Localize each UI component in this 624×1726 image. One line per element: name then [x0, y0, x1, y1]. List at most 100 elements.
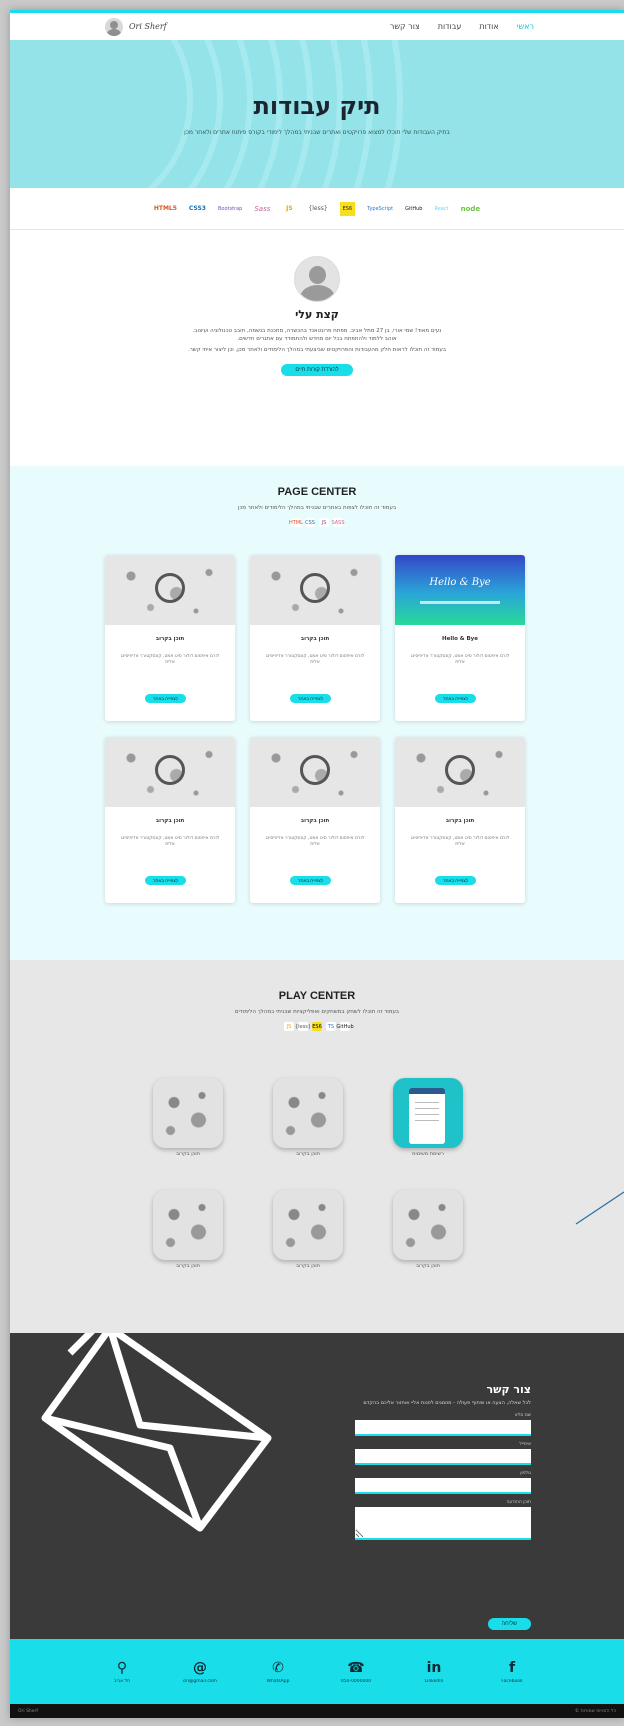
footer-item-location[interactable]: ⚲ תל אביב — [102, 1660, 142, 1684]
html5-icon: HTML5 — [153, 205, 177, 212]
thumbnail-search-bar — [420, 601, 500, 604]
footer-label: ori@gmail.com — [183, 1678, 217, 1684]
play-item-label: תוכן בקרוב — [176, 1151, 200, 1157]
project-card[interactable]: תוכן בקרוב לורם איפסום דולור סיט אמט, קו… — [250, 737, 380, 903]
play-item-label: תוכן בקרוב — [416, 1263, 440, 1269]
github-icon: GitHub — [405, 205, 423, 212]
page-center-tech-icons: HTML CSS JS SASS — [10, 518, 624, 527]
nav-link-about[interactable]: אודות — [479, 22, 498, 31]
project-cards-grid: תוכן בקרוב לורם איפסום דולור סיט אמט, קו… — [105, 555, 525, 903]
tech-logos-strip: HTML5 CSS3 Bootstrap Sass JS {less} ES6 … — [10, 188, 624, 230]
footer-label: LinkedIn — [424, 1678, 444, 1684]
email-field[interactable] — [355, 1449, 531, 1465]
play-item-label: תוכן בקרוב — [176, 1263, 200, 1269]
bottom-copyright-bar: Ori Sherf © כל הזכויות שמורות — [10, 1704, 624, 1718]
view-site-button[interactable]: לצפייה באתר — [435, 876, 476, 885]
js-mini-icon: JS — [284, 1022, 294, 1031]
phone-field[interactable] — [355, 1478, 531, 1494]
view-site-button[interactable]: לצפייה באתר — [435, 694, 476, 703]
message-textarea[interactable] — [355, 1507, 531, 1540]
play-items-grid: תוכן בקרוב תוכן בקרוב רשימת משימות תוכן … — [153, 1078, 483, 1269]
portfolio-page: Ori Sherf ראשי אודות עבודות צור קשר תיק … — [10, 10, 624, 1718]
send-button[interactable]: שליחה — [487, 1618, 531, 1630]
play-item-label: תוכן בקרוב — [296, 1263, 320, 1269]
contact-title: צור קשר — [486, 1383, 531, 1396]
contact-section: צור קשר לכל שאלה, הצעה או שיתוף פעולה - … — [10, 1333, 624, 1639]
contact-intro: לכל שאלה, הצעה או שיתוף פעולה - מוזמנים … — [363, 1400, 531, 1406]
play-item[interactable]: תוכן בקרוב — [273, 1190, 343, 1269]
nodejs-icon: node — [460, 204, 481, 213]
copyright-text: © כל הזכויות שמורות — [574, 1708, 616, 1714]
footer-label: 050-0000000 — [340, 1678, 372, 1684]
js-mini-icon: JS — [319, 518, 329, 527]
doodle-thumbnail — [250, 555, 380, 625]
location-icon: ⚲ — [116, 1659, 128, 1676]
card-title: תוכן בקרוב — [445, 818, 475, 824]
doodle-app-icon — [273, 1190, 343, 1260]
card-title: תוכן בקרוב — [300, 636, 330, 642]
doodle-app-icon — [393, 1190, 463, 1260]
logo-signature: Ori Sherf — [129, 22, 167, 31]
footer-item-whatsapp[interactable]: ✆ WhatsApp — [258, 1660, 298, 1684]
play-item[interactable]: רשימת משימות — [393, 1078, 463, 1157]
nav-brand[interactable]: Ori Sherf — [105, 17, 167, 36]
es6-mini-icon: ES6 — [312, 1022, 322, 1031]
phone-field-label: טלפון — [520, 1471, 531, 1476]
typescript-icon: TypeScript — [367, 205, 394, 212]
contact-form: צור קשר לכל שאלה, הצעה או שיתוף פעולה - … — [355, 1383, 531, 1630]
view-site-button[interactable]: לצפייה באתר — [145, 694, 186, 703]
project-card[interactable]: Hello & Bye Hello & Bye לורם איפסום דולו… — [395, 555, 525, 721]
view-site-button[interactable]: לצפייה באתר — [290, 694, 331, 703]
footer-item-linkedin[interactable]: in LinkedIn — [414, 1660, 454, 1684]
play-item[interactable]: תוכן בקרוב — [153, 1190, 223, 1269]
play-item-label: רשימת משימות — [412, 1151, 444, 1157]
todo-list-app-icon — [393, 1078, 463, 1148]
sass-mini-icon: SASS — [331, 518, 345, 527]
envelope-icon — [41, 1333, 272, 1532]
project-card[interactable]: תוכן בקרוב לורם איפסום דולור סיט אמט, קו… — [395, 737, 525, 903]
hero-section: תיק עבודות בתיק העבודות שלי תוכלו למצוא … — [10, 40, 624, 188]
download-cv-button[interactable]: להורדת קורות חיים — [281, 364, 353, 376]
hero-title: תיק עבודות — [253, 92, 381, 120]
message-field-label: תוכן ההודעה — [506, 1500, 531, 1505]
card-description: לורם איפסום דולור סיט אמט, קונסקטורר אדי… — [120, 654, 220, 665]
play-item[interactable]: תוכן בקרוב — [153, 1078, 223, 1157]
project-card[interactable]: תוכן בקרוב לורם איפסום דולור סיט אמט, קו… — [105, 555, 235, 721]
card-description: לורם איפסום דולור סיט אמט, קונסקטורר אדי… — [410, 836, 510, 847]
hello-bye-thumbnail: Hello & Bye — [395, 555, 525, 625]
less-mini-icon: {less} — [294, 1022, 312, 1031]
card-title: תוכן בקרוב — [300, 818, 330, 824]
view-site-button[interactable]: לצפייה באתר — [290, 876, 331, 885]
github-mini-icon: GitHub — [336, 1022, 354, 1031]
email-field-label: אימייל — [519, 1442, 531, 1447]
project-card[interactable]: תוכן בקרוב לורם איפסום דולור סיט אמט, קו… — [105, 737, 235, 903]
play-item[interactable]: תוכן בקרוב — [393, 1190, 463, 1269]
nav-link-works[interactable]: עבודות — [438, 22, 462, 31]
sass-icon: Sass — [254, 204, 271, 213]
at-icon: @ — [193, 1659, 207, 1676]
profile-avatar-icon — [294, 256, 340, 302]
card-description: לורם איפסום דולור סיט אמט, קונסקטורר אדי… — [410, 654, 510, 665]
linkedin-icon: in — [426, 1659, 442, 1676]
es6-icon: ES6 — [339, 201, 356, 216]
footer-item-facebook[interactable]: f Facebook — [492, 1660, 532, 1684]
ts-mini-icon: TS — [326, 1022, 336, 1031]
footer-item-email[interactable]: @ ori@gmail.com — [180, 1660, 220, 1684]
play-center-title: PLAY CENTER — [278, 990, 356, 1002]
view-site-button[interactable]: לצפייה באתר — [145, 876, 186, 885]
play-center-tech-icons: JS {less} ES6 TS GitHub — [10, 1022, 624, 1031]
html-mini-icon: HTML — [289, 518, 303, 527]
nav-link-contact[interactable]: צור קשר — [390, 22, 420, 31]
play-item[interactable]: תוכן בקרוב — [273, 1078, 343, 1157]
project-card[interactable]: תוכן בקרוב לורם איפסום דולור סיט אמט, קו… — [250, 555, 380, 721]
card-title: Hello & Bye — [441, 636, 479, 642]
card-description: לורם איפסום דולור סיט אמט, קונסקטורר אדי… — [120, 836, 220, 847]
play-center-subtitle: בעמוד זה תוכלו לשחק במשחקים ואפליקציות ש… — [234, 1009, 400, 1015]
top-nav: Ori Sherf ראשי אודות עבודות צור קשר — [10, 10, 624, 40]
hello-bye-logo-text: Hello & Bye — [429, 577, 491, 588]
name-field[interactable] — [355, 1420, 531, 1436]
doodle-thumbnail — [105, 555, 235, 625]
footer-item-phone[interactable]: ☎ 050-0000000 — [336, 1660, 376, 1684]
css-mini-icon: CSS — [305, 518, 315, 527]
nav-link-home[interactable]: ראשי — [517, 22, 534, 31]
